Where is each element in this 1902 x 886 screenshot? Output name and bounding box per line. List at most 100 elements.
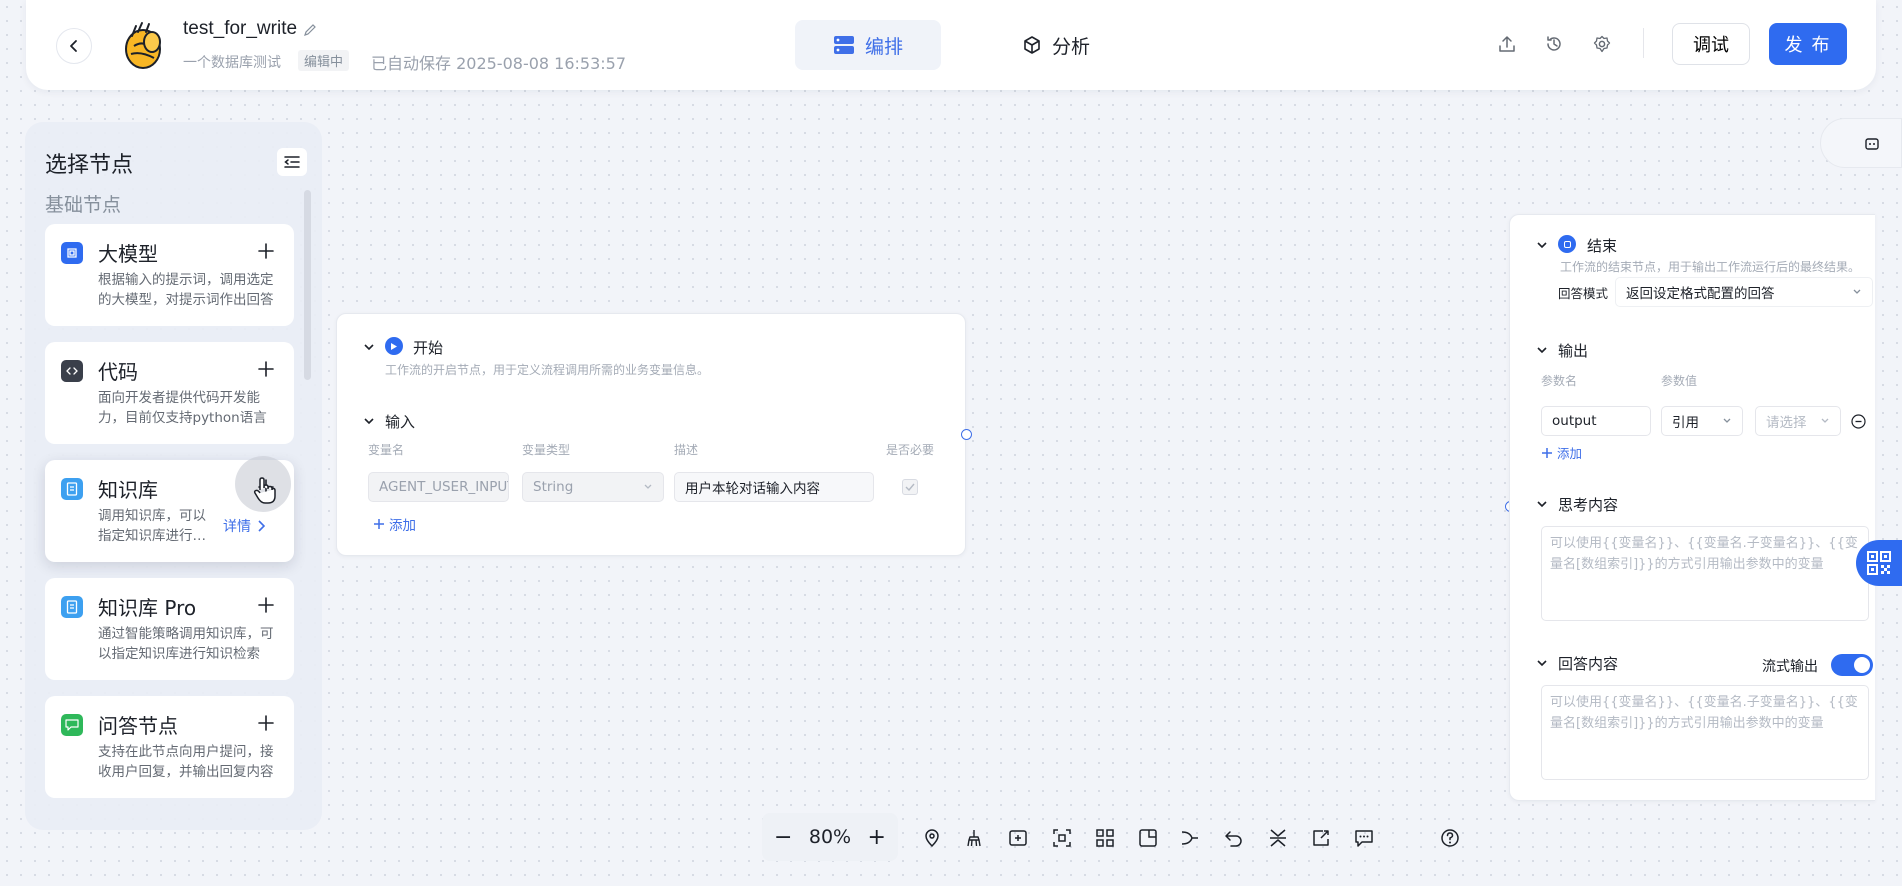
ref-value-placeholder: 请选择 — [1766, 415, 1807, 431]
stream-output-label: 流式输出 — [1762, 659, 1818, 675]
answer-content-textarea[interactable]: 可以使用{{变量名}}、{{变量名.子变量名}}、{{变量名[数组索引]}}的方… — [1541, 685, 1869, 780]
stream-output-toggle[interactable] — [1831, 654, 1873, 676]
start-node[interactable]: 开始 工作流的开启节点，用于定义流程调用所需的业务变量信息。 输入 变量名 变量… — [336, 313, 966, 556]
panel-scrollbar[interactable] — [304, 190, 311, 380]
remove-circle-icon[interactable] — [1851, 414, 1866, 429]
node-card-llm[interactable]: 大模型 根据输入的提示词，调用选定的大模型，对提示词作出回答 — [45, 224, 294, 326]
answer-placeholder: 可以使用{{变量名}}、{{变量名.子变量名}}、{{变量名[数组索引]}}的方… — [1550, 695, 1858, 731]
play-icon — [385, 337, 403, 355]
node-card-knowledge-base-pro[interactable]: 知识库 Pro 通过智能策略调用知识库，可以指定知识库进行知识检索 — [45, 578, 294, 680]
output-name-input[interactable]: output — [1541, 406, 1651, 436]
zoom-control: − 80% + — [762, 813, 898, 861]
qr-code-icon — [1867, 551, 1891, 575]
plus-icon[interactable] — [257, 596, 275, 614]
collapse-list-icon — [284, 156, 300, 168]
end-node-description: 工作流的结束节点，用于输出工作流运行后的最终结果。 — [1560, 260, 1861, 274]
back-button[interactable] — [56, 28, 92, 64]
ref-type-value: 引用 — [1672, 415, 1699, 431]
tab-label: 分析 — [1051, 35, 1090, 58]
chevron-down-icon[interactable] — [363, 342, 375, 352]
description-field[interactable]: 用户本轮对话输入内容 — [674, 472, 874, 502]
broom-icon[interactable] — [962, 826, 986, 850]
add-output-button[interactable]: 添加 — [1541, 443, 1582, 462]
column-header-var-type: 变量类型 — [522, 443, 571, 457]
knowledge-base-pro-icon — [61, 596, 83, 618]
panel-title: 选择节点 — [45, 153, 134, 178]
add-node-icon[interactable] — [1006, 826, 1030, 850]
output-name-value: output — [1552, 413, 1597, 429]
pencil-icon[interactable] — [303, 22, 317, 41]
ref-type-select[interactable]: 引用 — [1661, 406, 1743, 436]
fit-view-icon[interactable] — [1050, 826, 1074, 850]
locate-icon[interactable] — [920, 826, 944, 850]
output-section-title: 输出 — [1558, 342, 1589, 360]
tab-arrange[interactable]: 编排 — [795, 20, 941, 70]
node-card-code[interactable]: 代码 面向开发者提供代码开发能力，目前仅支持python语言 — [45, 342, 294, 444]
header-divider — [1643, 28, 1644, 58]
export-icon[interactable] — [1309, 826, 1333, 850]
edge-style-icon[interactable] — [1178, 826, 1202, 850]
plus-icon[interactable] — [257, 360, 275, 378]
layout-grid-icon[interactable] — [1093, 826, 1117, 850]
hand-cursor-icon — [253, 477, 276, 504]
collapse-all-icon[interactable] — [1266, 826, 1290, 850]
chevron-down-icon[interactable] — [1536, 240, 1548, 250]
node-description: 面向开发者提供代码开发能力，目前仅支持python语言 — [98, 390, 267, 426]
qa-chat-icon — [61, 714, 83, 736]
thinking-content-textarea[interactable]: 可以使用{{变量名}}、{{变量名.子变量名}}、{{变量名[数组索引]}}的方… — [1541, 526, 1869, 621]
add-input-button[interactable]: 添加 — [373, 514, 416, 534]
node-card-qa[interactable]: 问答节点 支持在此节点向用户提问，接收用户回复，并输出回复内容 — [45, 696, 294, 798]
ref-value-select[interactable]: 请选择 — [1755, 406, 1841, 436]
answer-mode-value: 返回设定格式配置的回答 — [1626, 286, 1775, 302]
history-icon[interactable] — [1542, 32, 1566, 56]
plus-icon[interactable] — [257, 242, 275, 260]
chevron-left-icon — [70, 40, 77, 52]
autosave-status: 已自动保存 2025-08-08 16:53:57 — [371, 54, 627, 73]
end-node[interactable]: 结束 工作流的结束节点，用于输出工作流运行后的最终结果。 回答模式 返回设定格式… — [1509, 214, 1875, 801]
add-label: 添加 — [389, 518, 416, 534]
node-description: 根据输入的提示词，调用选定的大模型，对提示词作出回答 — [98, 272, 274, 308]
robot-icon — [1865, 138, 1879, 150]
settings-gear-icon[interactable] — [1590, 32, 1614, 56]
var-type-value: String — [533, 479, 574, 495]
param-name-header: 参数名 — [1541, 374, 1578, 388]
minimap-icon[interactable] — [1136, 826, 1160, 850]
answer-mode-select[interactable]: 返回设定格式配置的回答 — [1615, 277, 1873, 307]
zoom-level: 80% — [808, 826, 852, 848]
chevron-down-icon — [1821, 418, 1829, 423]
chevron-down-icon[interactable] — [363, 416, 375, 426]
stop-icon — [1558, 235, 1576, 253]
node-card-knowledge-base[interactable]: 知识库 调用知识库，可以指定知识库进行知识检索 详情 — [45, 456, 294, 562]
server-stack-icon — [833, 36, 854, 54]
chevron-down-icon[interactable] — [1536, 658, 1548, 668]
app-avatar-clap-icon — [116, 18, 172, 74]
undo-icon[interactable] — [1222, 826, 1246, 850]
qr-code-button[interactable] — [1856, 540, 1902, 586]
side-panel-toggle[interactable] — [1820, 118, 1902, 168]
upload-icon[interactable] — [1495, 32, 1519, 56]
help-icon[interactable] — [1438, 826, 1462, 850]
column-header-description: 描述 — [674, 443, 699, 457]
status-badge: 编辑中 — [298, 50, 350, 71]
plus-icon[interactable] — [257, 714, 275, 732]
zoom-out-button[interactable]: − — [774, 825, 792, 850]
chevron-right-icon — [258, 520, 265, 532]
tab-analysis[interactable]: 分析 — [986, 20, 1126, 70]
knowledge-base-icon — [61, 478, 83, 500]
top-bar: test_for_write 一个数据库测试 编辑中 已自动保存 2025-08… — [26, 0, 1876, 90]
chevron-down-icon[interactable] — [1536, 499, 1548, 509]
cube-icon — [1024, 36, 1040, 54]
comment-icon[interactable] — [1352, 826, 1376, 850]
chevron-down-icon[interactable] — [1536, 345, 1548, 355]
thinking-section-title: 思考内容 — [1558, 496, 1619, 514]
detail-link[interactable]: 详情 — [223, 516, 265, 536]
zoom-in-button[interactable]: + — [868, 825, 886, 850]
debug-button[interactable]: 调试 — [1672, 23, 1750, 65]
publish-button[interactable]: 发 布 — [1769, 23, 1847, 65]
start-node-output-port[interactable] — [961, 429, 972, 440]
chevron-down-icon — [1723, 418, 1731, 423]
param-value-header: 参数值 — [1661, 374, 1698, 388]
detail-label: 详情 — [223, 519, 251, 535]
code-icon — [61, 360, 83, 382]
collapse-panel-button[interactable] — [277, 148, 307, 176]
